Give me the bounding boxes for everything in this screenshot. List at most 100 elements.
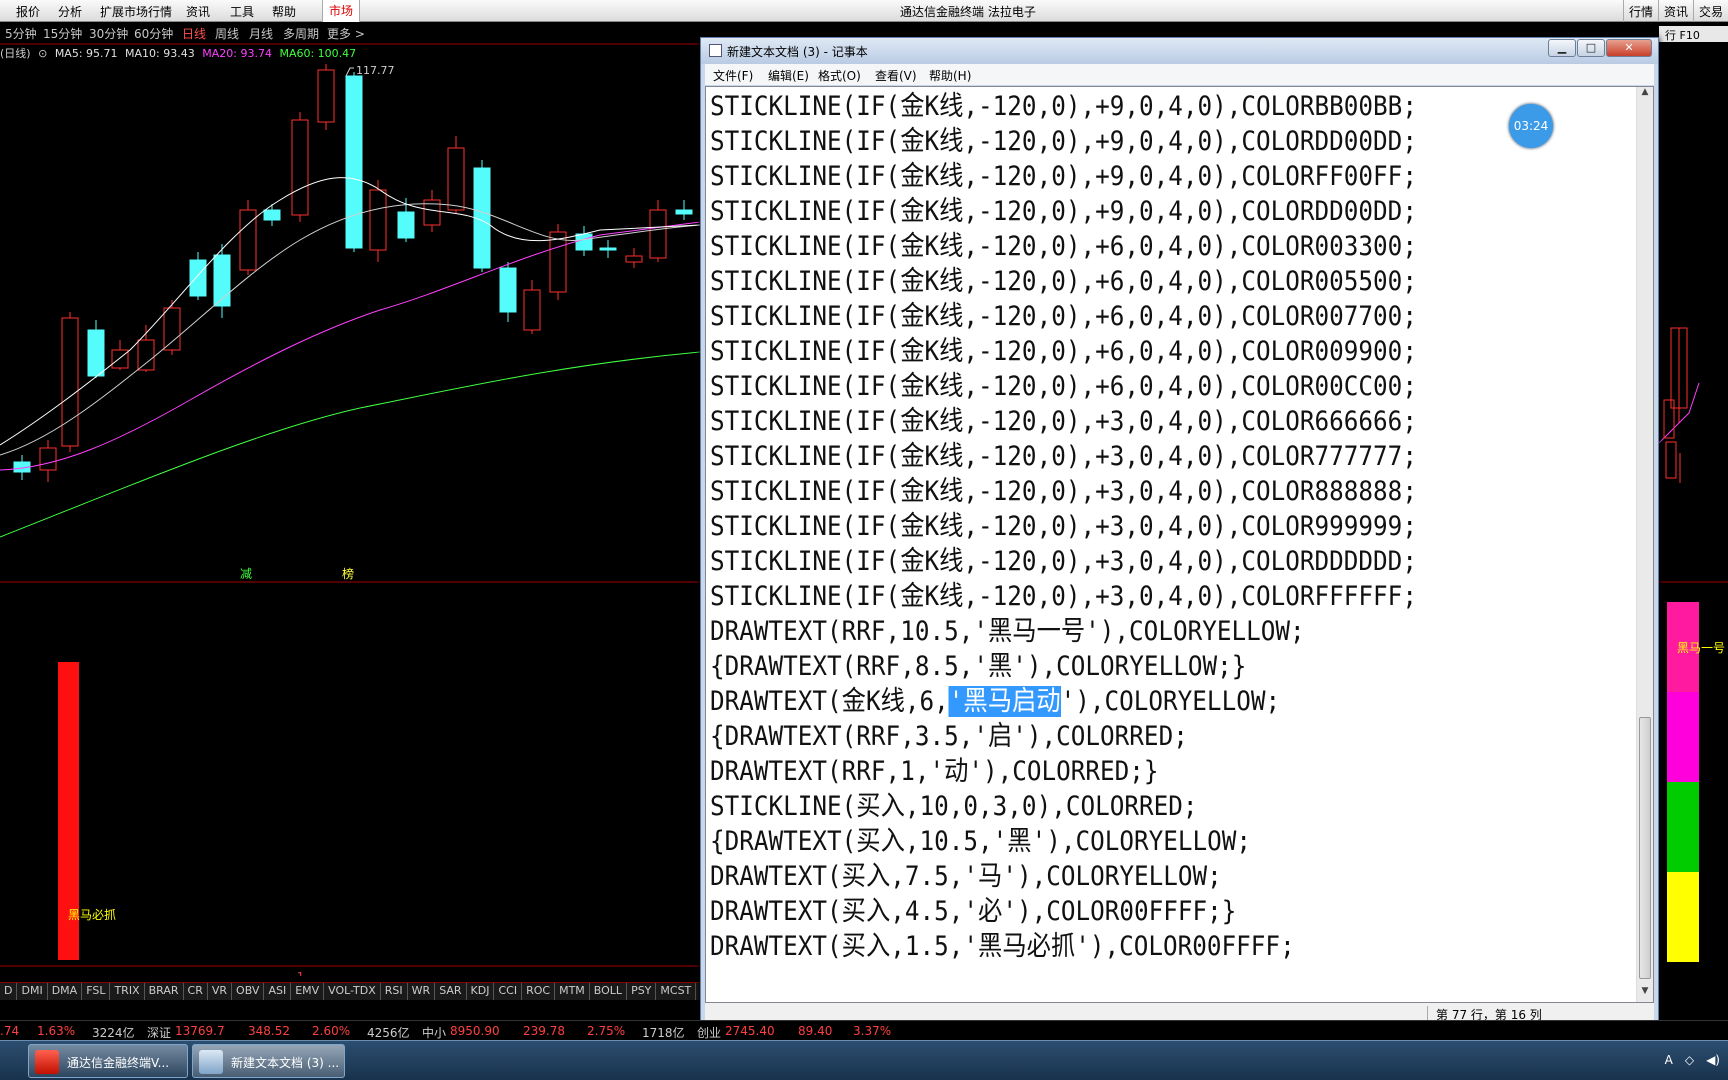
indicator-tabs: D DMI DMA FSL TRIX BRAR CR VR OBV ASI EMV VOL-TDX RS… (0, 982, 700, 1000)
ticker-item: 8950.90 (450, 1024, 500, 1038)
period-weekly[interactable]: 周线 (215, 25, 239, 42)
menu-market[interactable]: 市场 (322, 0, 361, 22)
kline-chart[interactable]: 117.77 减 榜 黑马必抓 1 (0, 42, 700, 976)
vertical-scrollbar[interactable]: ▲ ▼ (1636, 87, 1653, 1002)
candle-down (87, 329, 105, 377)
index-ticker: .74 1.63% 3224亿 深证 13769.7 348.52 2.60% 4256亿 中小… (0, 1020, 1728, 1040)
editor-text[interactable]: STICKLINE(IF(金K线,-120,0),+9,0,4,0),COLOR… (710, 89, 1538, 989)
indicator-tab[interactable]: RSI (381, 983, 408, 1000)
ime-icon[interactable]: A (1665, 1053, 1673, 1067)
volume-icon[interactable]: ◀) (1706, 1053, 1720, 1067)
right-stick-green (1667, 782, 1699, 872)
period-monthly[interactable]: 月线 (249, 25, 273, 42)
tdx-app-icon (35, 1050, 59, 1074)
indicator-tab[interactable]: PSY (627, 983, 657, 1000)
code-line: DRAWTEXT(金K线,6,'黑马启动'),COLORYELLOW; (710, 686, 1281, 717)
indicator-tab[interactable]: FSL (82, 983, 111, 1000)
indicator-tab[interactable]: VOL-TDX (324, 983, 381, 1000)
maximize-button[interactable]: □ (1577, 39, 1605, 57)
ticker-item: 348.52 (248, 1024, 290, 1038)
indicator-tab[interactable]: CR (184, 983, 208, 1000)
indicator-tab[interactable]: TRIX (110, 983, 145, 1000)
code-line: STICKLINE(IF(金K线,-120,0),+3,0,4,0),COLOR… (710, 511, 1417, 542)
windows-taskbar: 通达信金融终端V... 新建文本文档 (3) ... A ◇ ◀) (0, 1040, 1728, 1080)
candle-down (599, 247, 617, 251)
network-icon[interactable]: ◇ (1685, 1053, 1694, 1067)
indicator-tab[interactable]: BRAR (145, 983, 184, 1000)
notepad-app-icon (199, 1050, 223, 1074)
right-tab-label: 行 F10 (1665, 29, 1700, 42)
indicator-tab[interactable]: MTM (555, 983, 590, 1000)
menu-help[interactable]: 帮助(H) (929, 67, 971, 84)
period-60min[interactable]: 60分钟 (134, 25, 173, 42)
task-notepad[interactable]: 新建文本文档 (3) ... (192, 1044, 345, 1078)
code-line: DRAWTEXT(RRF,1,'动'),COLORRED;} (710, 756, 1159, 787)
indicator-tab[interactable]: SAR (435, 983, 467, 1000)
right-edge-panel: 行 F10 黑马一号 指标 (1658, 23, 1728, 994)
period-more[interactable]: 更多 > (327, 25, 365, 42)
menu-extended-market[interactable]: 扩展市场行情 (100, 3, 172, 20)
code-line: STICKLINE(IF(金K线,-120,0),+3,0,4,0),COLOR… (710, 441, 1417, 472)
menu-file[interactable]: 文件(F) (713, 67, 753, 84)
ma60-line (0, 351, 700, 538)
ticker-item: 深证 (147, 1026, 172, 1040)
candle-down (345, 75, 363, 249)
indicator-tab[interactable]: MCST (656, 983, 697, 1000)
indicator-tab[interactable]: ASI (264, 983, 292, 1000)
indicator-tab[interactable]: DMA (48, 983, 83, 1000)
task-tdx-terminal[interactable]: 通达信金融终端V... (28, 1044, 188, 1078)
code-line: {DRAWTEXT(RRF,8.5,'黑'),COLORYELLOW;} (710, 651, 1247, 682)
right-stick-magenta (1667, 692, 1699, 782)
scroll-down-icon[interactable]: ▼ (1637, 986, 1653, 1002)
menu-help[interactable]: 帮助 (272, 3, 296, 20)
indicator-tab[interactable]: EMV (291, 983, 325, 1000)
menu-news[interactable]: 资讯 (186, 3, 210, 20)
indicator-tab[interactable]: OBV (232, 983, 265, 1000)
indicator-tab[interactable]: D (0, 983, 18, 1000)
candle-up (625, 255, 643, 263)
news-button[interactable]: 资讯 (1657, 0, 1693, 22)
menu-format[interactable]: 格式(O) (818, 67, 861, 84)
notepad-titlebar[interactable]: 新建文本文档 (3) - 记事本 ▁ □ ✕ (701, 38, 1658, 64)
period-5min[interactable]: 5分钟 (5, 25, 37, 42)
quote-button[interactable]: 行情 (1622, 0, 1658, 22)
menu-quote[interactable]: 报价 (16, 3, 40, 20)
ticker-item: 13769.7 (175, 1024, 225, 1038)
indicator-tab[interactable]: DMI (17, 983, 48, 1000)
task-label: 新建文本文档 (3) ... (231, 1056, 340, 1070)
indicator-tab[interactable]: KDJ (467, 983, 495, 1000)
period-30min[interactable]: 30分钟 (89, 25, 128, 42)
notepad-editor[interactable]: STICKLINE(IF(金K线,-120,0),+9,0,4,0),COLOR… (705, 86, 1654, 1003)
close-button[interactable]: ✕ (1606, 39, 1652, 57)
ticker-item: 239.78 (523, 1024, 565, 1038)
period-15min[interactable]: 15分钟 (43, 25, 82, 42)
menu-analysis[interactable]: 分析 (58, 3, 82, 20)
scrollbar-thumb[interactable] (1639, 717, 1651, 979)
candlestick-series (13, 64, 693, 482)
notepad-menubar: 文件(F) 编辑(E) 格式(O) 查看(V) 帮助(H) (705, 64, 1654, 85)
candle-up (317, 69, 335, 123)
code-line: STICKLINE(IF(金K线,-120,0),+6,0,4,0),COLOR… (710, 336, 1417, 367)
menu-tools[interactable]: 工具 (230, 3, 254, 20)
candle-down (675, 209, 693, 215)
code-line: STICKLINE(IF(金K线,-120,0),+6,0,4,0),COLOR… (710, 266, 1417, 297)
trade-button[interactable]: 交易 (1692, 0, 1728, 22)
code-line: STICKLINE(IF(金K线,-120,0),+3,0,4,0),COLOR… (710, 406, 1417, 437)
period-multi[interactable]: 多周期 (283, 25, 319, 42)
notepad-window[interactable]: 新建文本文档 (3) - 记事本 ▁ □ ✕ 文件(F) 编辑(E) 格式(O)… (700, 37, 1659, 1027)
menu-view[interactable]: 查看(V) (875, 67, 917, 84)
period-daily[interactable]: 日线 (182, 25, 206, 42)
minimize-button[interactable]: ▁ (1548, 39, 1576, 57)
code-line: STICKLINE(IF(金K线,-120,0),+9,0,4,0),COLOR… (710, 161, 1417, 192)
indicator-tab[interactable]: WR (408, 983, 436, 1000)
indicator-tab[interactable]: BOLL (590, 983, 628, 1000)
indicator-tab[interactable]: VR (208, 983, 233, 1000)
scroll-up-icon[interactable]: ▲ (1637, 87, 1653, 103)
selected-text: '黑马启动 (948, 686, 1061, 717)
candle-up (163, 307, 181, 351)
indicator-tab[interactable]: CCI (494, 983, 523, 1000)
task-label: 通达信金融终端V... (67, 1056, 170, 1070)
indicator-tab[interactable]: ROC (522, 983, 556, 1000)
menu-edit[interactable]: 编辑(E) (768, 67, 809, 84)
app-title: 通达信金融终端 法拉电子 (900, 5, 1036, 19)
